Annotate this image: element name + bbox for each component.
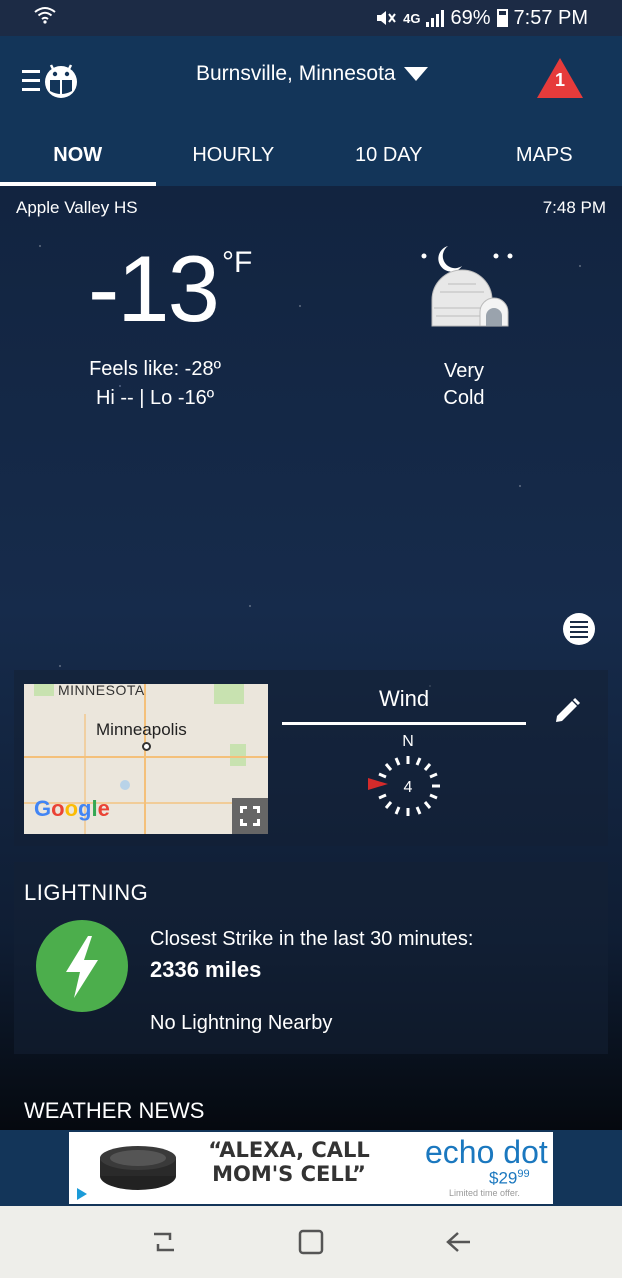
ad-price-cents: 99 xyxy=(517,1168,530,1180)
igloo-moon-icon xyxy=(421,246,513,327)
lightning-status: No Lightning Nearby xyxy=(150,1012,333,1034)
fullscreen-icon xyxy=(240,806,260,826)
home-button[interactable] xyxy=(291,1222,331,1262)
mini-map[interactable]: MINNESOTA Minneapolis Google xyxy=(24,684,268,834)
bug-logo-icon xyxy=(45,64,77,98)
ad-quote: “ALEXA, CALL MOM'S CELL” xyxy=(189,1138,389,1186)
ad-banner-strip: “ALEXA, CALL MOM'S CELL” echo dot $2999 … xyxy=(0,1130,622,1206)
mute-icon xyxy=(377,11,396,25)
lightning-bolt-icon xyxy=(36,920,128,1012)
ad-price-dollars: $29 xyxy=(489,1168,518,1188)
pencil-icon[interactable] xyxy=(552,696,582,726)
recents-icon xyxy=(153,1232,174,1252)
alert-button[interactable]: 1 xyxy=(537,58,583,100)
observation-time: 7:48 PM xyxy=(542,198,606,217)
ad-quote-line-1: “ALEXA, CALL xyxy=(208,1138,370,1162)
system-navigation-bar xyxy=(0,1206,622,1278)
feels-like: Feels like: -28º xyxy=(89,358,221,380)
ad-quote-line-2: MOM'S CELL” xyxy=(212,1162,366,1186)
ad-price: $2999 xyxy=(489,1168,530,1189)
signal-icon xyxy=(426,9,445,27)
status-time: 7:57 PM xyxy=(513,6,588,29)
ad-banner[interactable]: “ALEXA, CALL MOM'S CELL” echo dot $2999 … xyxy=(69,1132,553,1204)
compass-north-label: N xyxy=(402,733,414,750)
tab-maps[interactable]: MAPS xyxy=(467,136,622,186)
temperature-unit: °F xyxy=(222,246,253,279)
tab-now[interactable]: NOW xyxy=(0,136,156,186)
ad-brand: echo dot xyxy=(425,1134,548,1171)
map-state-label: MINNESOTA xyxy=(58,684,145,698)
wifi-icon xyxy=(34,7,56,24)
google-logo: Google xyxy=(34,796,110,821)
status-bar: 4G 69% 7:57 PM xyxy=(0,0,622,36)
lightning-card[interactable]: LIGHTNING Closest Strike in the last 30 … xyxy=(14,862,608,1054)
app-header: Burnsville, Minnesota 1 NOW HOURLY 10 DA… xyxy=(0,36,622,186)
battery-percent: 69% xyxy=(450,6,491,29)
menu-button[interactable] xyxy=(22,60,80,100)
closest-strike-value: 2336 miles xyxy=(150,957,262,982)
location-selector[interactable]: Burnsville, Minnesota xyxy=(196,62,428,86)
closest-strike-label: Closest Strike in the last 30 minutes: xyxy=(150,928,474,950)
adchoices-icon[interactable] xyxy=(77,1188,87,1200)
station-name: Apple Valley HS xyxy=(16,198,138,217)
dropdown-caret-icon xyxy=(403,67,428,81)
wind-compass: N 4 xyxy=(368,733,440,816)
ad-brand-echo: echo xyxy=(425,1134,495,1170)
back-button[interactable] xyxy=(438,1222,478,1262)
wind-direction-arrow-icon xyxy=(368,778,388,790)
battery-icon xyxy=(496,9,508,27)
condition-line-1: Very xyxy=(443,360,485,382)
back-arrow-icon xyxy=(446,1232,471,1252)
map-location-dot xyxy=(142,742,151,751)
hamburger-icon xyxy=(22,69,40,91)
current-temperature: -13 xyxy=(88,236,220,341)
wind-divider xyxy=(282,722,526,725)
lightning-title: LIGHTNING xyxy=(24,880,149,905)
alert-count: 1 xyxy=(554,70,565,90)
list-view-button[interactable] xyxy=(563,613,595,645)
map-wind-card: MINNESOTA Minneapolis Google Wind N 4 xyxy=(14,670,608,846)
echo-dot-device-icon xyxy=(100,1146,176,1190)
weather-news-heading[interactable]: WEATHER NEWS xyxy=(24,1098,204,1124)
wind-title: Wind xyxy=(378,686,430,711)
condition-line-2: Cold xyxy=(443,387,485,409)
recents-button[interactable] xyxy=(144,1222,184,1262)
network-type: 4G xyxy=(403,10,421,26)
expand-map-button[interactable] xyxy=(232,798,268,834)
ad-fine-print: Limited time offer. xyxy=(449,1188,520,1198)
location-label: Burnsville, Minnesota xyxy=(196,62,396,85)
tab-hourly[interactable]: HOURLY xyxy=(156,136,312,186)
current-conditions-panel[interactable]: Apple Valley HS 7:48 PM -13 °F Feels lik… xyxy=(0,186,622,1130)
wind-speed: 4 xyxy=(404,779,413,796)
map-city-label: Minneapolis xyxy=(96,720,187,739)
ad-brand-dot: dot xyxy=(503,1134,548,1170)
hi-lo: Hi -- | Lo -16º xyxy=(95,387,215,409)
home-icon xyxy=(298,1229,324,1255)
tab-10-day[interactable]: 10 DAY xyxy=(311,136,467,186)
tab-bar: NOW HOURLY 10 DAY MAPS xyxy=(0,136,622,186)
condition-text: Very Cold xyxy=(414,358,514,412)
